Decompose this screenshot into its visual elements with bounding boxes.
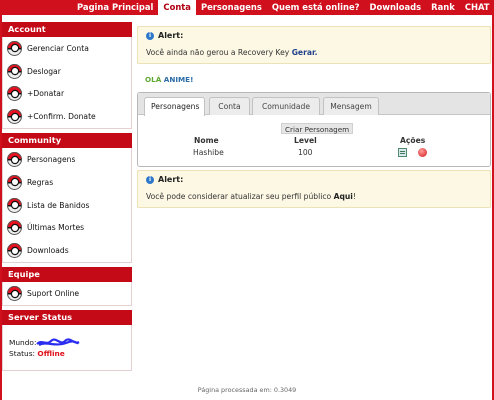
column-header-level: Level: [294, 136, 317, 145]
column-header-actions: Ações: [400, 136, 426, 145]
generate-key-link[interactable]: Gerar.: [292, 48, 318, 57]
main-content: i Alert: Você ainda não gerou a Recovery…: [137, 26, 491, 208]
server-world-line: Mundo:: [9, 337, 131, 348]
alert-recovery-key: i Alert: Você ainda não gerou a Recovery…: [137, 26, 491, 64]
sidebar-item-label: Suport Online: [27, 289, 80, 299]
alert-suffix: !: [352, 192, 356, 201]
nav-personagens[interactable]: Personagens: [196, 0, 267, 15]
sidebar-item-label: Gerenciar Conta: [27, 43, 89, 53]
pokeball-icon: [7, 86, 22, 102]
nav-rank[interactable]: Rank: [426, 0, 460, 15]
alert-message: Você pode considerar atualizar seu perfi…: [146, 192, 334, 201]
world-label: Mundo:: [9, 337, 37, 347]
alert-text: Você ainda não gerou a Recovery Key Gera…: [146, 48, 482, 57]
tab-comunidade[interactable]: Comunidade: [252, 97, 320, 115]
sidebar-item-regras[interactable]: Regras: [3, 171, 131, 194]
sidebar-section-community: Personagens Regras Lista de Banidos Últi…: [2, 148, 132, 264]
alert-text: Você pode considerar atualizar seu perfi…: [146, 192, 482, 201]
nav-pagina-principal[interactable]: Pagina Principal: [72, 0, 158, 15]
sidebar-item-donatar[interactable]: +Donatar: [3, 83, 131, 106]
alert-public-profile: i Alert: Você pode considerar atualizar …: [137, 170, 491, 208]
pokeball-icon: [7, 174, 22, 190]
sidebar-section-equipe: Suport Online: [2, 282, 132, 306]
alert-message: Você ainda não gerou a Recovery Key: [146, 48, 292, 57]
server-status-line: Status: Offline: [9, 348, 131, 359]
update-profile-link[interactable]: Aqui: [334, 192, 353, 201]
pokeball-icon: [7, 63, 22, 79]
pokeball-icon: [7, 220, 22, 236]
pokeball-icon: [7, 152, 22, 168]
sidebar-item-label: +Confirm. Donate: [27, 112, 96, 122]
nav-quem-esta-online[interactable]: Quem está online?: [267, 0, 365, 15]
sidebar-item-label: Personagens: [27, 155, 76, 165]
create-character-button[interactable]: Criar Personagem: [281, 123, 354, 134]
top-nav: Pagina Principal Conta Personagens Quem …: [72, 0, 494, 15]
sidebar-item-label: Regras: [27, 177, 54, 187]
nav-chat[interactable]: CHAT: [460, 0, 494, 15]
greeting-prefix: OLÁ: [145, 75, 164, 84]
account-tabs-panel: Personagens Conta Comunidade Mensagem Cr…: [137, 92, 491, 167]
sidebar-item-label: Últimas Mortes: [27, 223, 85, 233]
pokeball-icon: [7, 40, 22, 56]
sidebar-heading-server-status: Server Status: [2, 309, 132, 325]
sidebar-item-suport-online[interactable]: Suport Online: [3, 282, 131, 305]
alert-header: i Alert:: [146, 31, 482, 40]
pokeball-icon: [7, 286, 22, 302]
tab-conta[interactable]: Conta: [209, 97, 250, 115]
character-name-cell[interactable]: Hashibe: [193, 148, 224, 157]
nav-conta[interactable]: Conta: [158, 0, 196, 15]
status-label: Status:: [9, 348, 36, 358]
sidebar-item-confirm-donate[interactable]: +Confirm. Donate: [3, 105, 131, 128]
info-icon: i: [146, 31, 154, 40]
greeting-username: ANIME!: [163, 75, 194, 84]
pokeball-icon: [7, 197, 22, 213]
alert-title: Alert:: [158, 31, 184, 40]
redacted-scribble: [36, 338, 81, 347]
sidebar-item-gerenciar-conta[interactable]: Gerenciar Conta: [3, 37, 131, 60]
alert-title: Alert:: [158, 175, 184, 184]
sidebar-heading-community: Community: [2, 133, 132, 149]
alert-header: i Alert:: [146, 175, 482, 184]
tabs-header: Personagens Conta Comunidade Mensagem: [138, 93, 490, 116]
sidebar-item-lista-de-banidos[interactable]: Lista de Banidos: [3, 194, 131, 217]
sidebar-item-label: Lista de Banidos: [27, 200, 90, 210]
column-header-name: Nome: [194, 136, 219, 145]
sidebar-item-label: Deslogar: [27, 66, 61, 76]
edit-icon[interactable]: [398, 148, 407, 157]
pokeball-icon: [7, 109, 22, 125]
sidebar-item-label: Downloads: [27, 246, 69, 256]
sidebar-section-account: Gerenciar Conta Deslogar +Donatar +Confi…: [2, 37, 132, 130]
sidebar-item-deslogar[interactable]: Deslogar: [3, 60, 131, 83]
sidebar-heading-account: Account: [2, 22, 132, 37]
sidebar-heading-equipe: Equipe: [2, 267, 132, 283]
sidebar-item-personagens[interactable]: Personagens: [3, 148, 131, 171]
greeting: OLÁ ANIME!: [145, 75, 491, 84]
nav-downloads[interactable]: Downloads: [365, 0, 427, 15]
page-footer: Página processada em: 0.3049: [197, 386, 297, 394]
tab-personagens[interactable]: Personagens: [144, 97, 205, 116]
sidebar-item-ultimas-mortes[interactable]: Últimas Mortes: [3, 217, 131, 240]
delete-icon[interactable]: [418, 148, 427, 157]
status-value: Offline: [37, 348, 65, 358]
server-status-panel: Mundo: Status: Offline: [2, 324, 132, 371]
pokeball-icon: [7, 243, 22, 259]
sidebar-item-downloads[interactable]: Downloads: [3, 239, 131, 262]
sidebar: Account Gerenciar Conta Deslogar +Donata…: [2, 22, 132, 371]
tab-mensagem[interactable]: Mensagem: [323, 97, 379, 115]
info-icon: i: [146, 175, 154, 184]
character-level-cell: 100: [298, 148, 313, 157]
sidebar-item-label: +Donatar: [27, 89, 65, 99]
